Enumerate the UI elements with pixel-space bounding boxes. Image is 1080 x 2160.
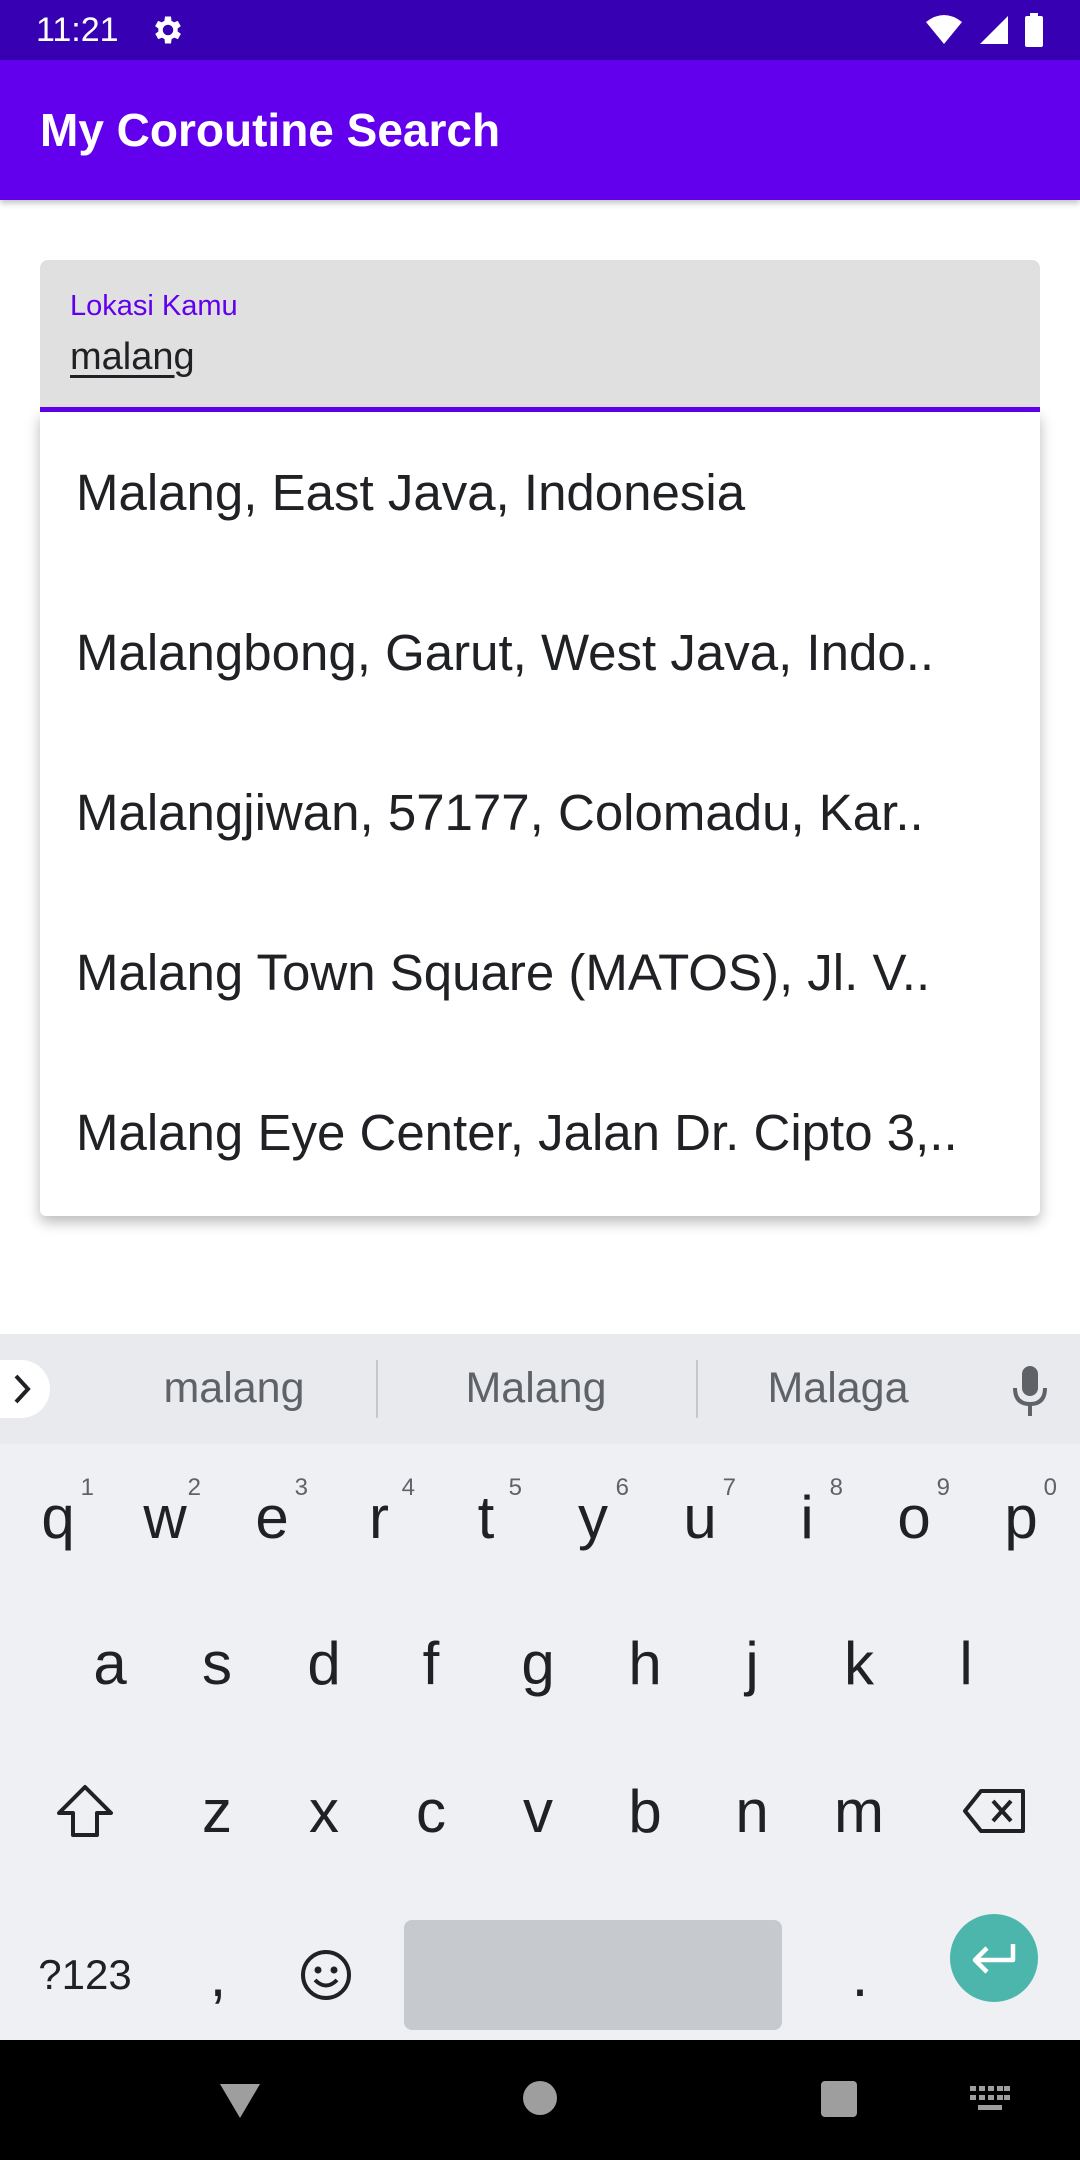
key-u[interactable]: u7 (650, 1462, 750, 1572)
key-label: t (477, 1483, 495, 1551)
key-b[interactable]: b (595, 1756, 695, 1866)
signal-icon (980, 16, 1008, 44)
app-bar: My Coroutine Search (0, 60, 1080, 200)
location-input-value[interactable]: malang (70, 336, 195, 379)
key-t[interactable]: t5 (436, 1462, 536, 1572)
key-number-hint: 7 (722, 1474, 736, 1501)
location-input-label: Lokasi Kamu (70, 290, 238, 322)
key-label: y (578, 1483, 608, 1551)
emoji-key[interactable] (276, 1920, 376, 2030)
key-o[interactable]: o9 (864, 1462, 964, 1572)
key-label: q (41, 1483, 75, 1551)
key-c[interactable]: c (381, 1756, 481, 1866)
suggestion-item[interactable]: Malangbong, Garut, West Java, Indo.. (40, 572, 1040, 732)
app-title: My Coroutine Search (40, 104, 501, 156)
key-l[interactable]: l (916, 1608, 1016, 1718)
suggestion-item[interactable]: Malang Town Square (MATOS), Jl. V.. (40, 892, 1040, 1052)
microphone-icon[interactable] (1010, 1364, 1050, 1418)
suggestion-item[interactable]: Malang Eye Center, Jalan Dr. Cipto 3,.. (40, 1052, 1040, 1212)
status-icons (924, 12, 1044, 48)
backspace-icon (963, 1789, 1025, 1833)
key-number-hint: 2 (187, 1474, 201, 1501)
key-j[interactable]: j (702, 1608, 802, 1718)
key-i[interactable]: i8 (757, 1462, 857, 1572)
suggestion-item[interactable]: Malangjiwan, 57177, Colomadu, Kar.. (40, 732, 1040, 892)
suggestion-item[interactable]: Malang, East Java, Indonesia (40, 412, 1040, 572)
key-a[interactable]: a (60, 1608, 160, 1718)
emoji-icon (301, 1950, 351, 2000)
key-w[interactable]: w2 (115, 1462, 215, 1572)
keyboard-switch-icon[interactable] (970, 2086, 1010, 2112)
key-e[interactable]: e3 (222, 1462, 322, 1572)
key-h[interactable]: h (595, 1608, 695, 1718)
key-label: u (683, 1483, 717, 1551)
status-time: 11:21 (36, 11, 119, 49)
autocomplete-dropdown: Malang, East Java, Indonesia Malangbong,… (40, 412, 1040, 1216)
key-label: p (1004, 1483, 1038, 1551)
key-number-hint: 9 (936, 1474, 950, 1501)
key-label: i (800, 1483, 814, 1551)
key-number-hint: 6 (615, 1474, 629, 1501)
key-label: o (897, 1483, 931, 1551)
key-number-hint: 1 (80, 1474, 94, 1501)
key-d[interactable]: d (274, 1608, 374, 1718)
suggestion-divider (376, 1360, 378, 1418)
key-n[interactable]: n (702, 1756, 802, 1866)
symbols-key[interactable]: ?123 (20, 1920, 150, 2030)
key-x[interactable]: x (274, 1756, 374, 1866)
chevron-right-icon (14, 1374, 31, 1404)
home-icon[interactable] (522, 2080, 558, 2116)
enter-icon (972, 1944, 1016, 1974)
key-number-hint: 4 (401, 1474, 415, 1501)
key-y[interactable]: y6 (543, 1462, 643, 1572)
key-number-hint: 3 (294, 1474, 308, 1501)
key-v[interactable]: v (488, 1756, 588, 1866)
keyboard-suggestion[interactable]: Malaga (688, 1364, 988, 1413)
key-m[interactable]: m (809, 1756, 909, 1866)
key-s[interactable]: s (167, 1608, 267, 1718)
key-k[interactable]: k (809, 1608, 909, 1718)
key-p[interactable]: p0 (971, 1462, 1071, 1572)
key-number-hint: 0 (1043, 1474, 1057, 1501)
key-g[interactable]: g (488, 1608, 588, 1718)
key-r[interactable]: r4 (329, 1462, 429, 1572)
comma-key[interactable]: , (168, 1920, 268, 2030)
battery-icon (1025, 13, 1043, 47)
keyboard-suggestion[interactable]: malang (84, 1364, 384, 1413)
status-bar: 11:21 (0, 0, 1080, 60)
location-input-field[interactable]: Lokasi Kamu malang (40, 260, 1040, 412)
key-label: r (369, 1483, 389, 1551)
back-icon[interactable] (218, 2080, 262, 2120)
key-number-hint: 5 (508, 1474, 522, 1501)
keyboard-suggestion[interactable]: Malang (386, 1364, 686, 1413)
recents-icon[interactable] (820, 2080, 858, 2118)
key-number-hint: 8 (829, 1474, 843, 1501)
keyboard-suggestion-bar: malang Malang Malaga (0, 1334, 1080, 1444)
space-bar[interactable] (404, 1920, 782, 2030)
key-q[interactable]: q1 (8, 1462, 108, 1572)
key-f[interactable]: f (381, 1608, 481, 1718)
enter-key[interactable] (950, 1914, 1038, 2002)
period-key[interactable]: . (810, 1920, 910, 2030)
backspace-key[interactable] (934, 1756, 1054, 1866)
key-z[interactable]: z (167, 1756, 267, 1866)
key-label: w (143, 1483, 187, 1551)
wifi-icon (926, 15, 962, 44)
settings-gear-icon (150, 12, 186, 48)
shift-key[interactable] (20, 1756, 150, 1866)
key-label: e (255, 1483, 289, 1551)
expand-toolbar-button[interactable] (0, 1360, 50, 1418)
shift-icon (57, 1785, 113, 1837)
system-nav-bar (0, 2040, 1080, 2160)
